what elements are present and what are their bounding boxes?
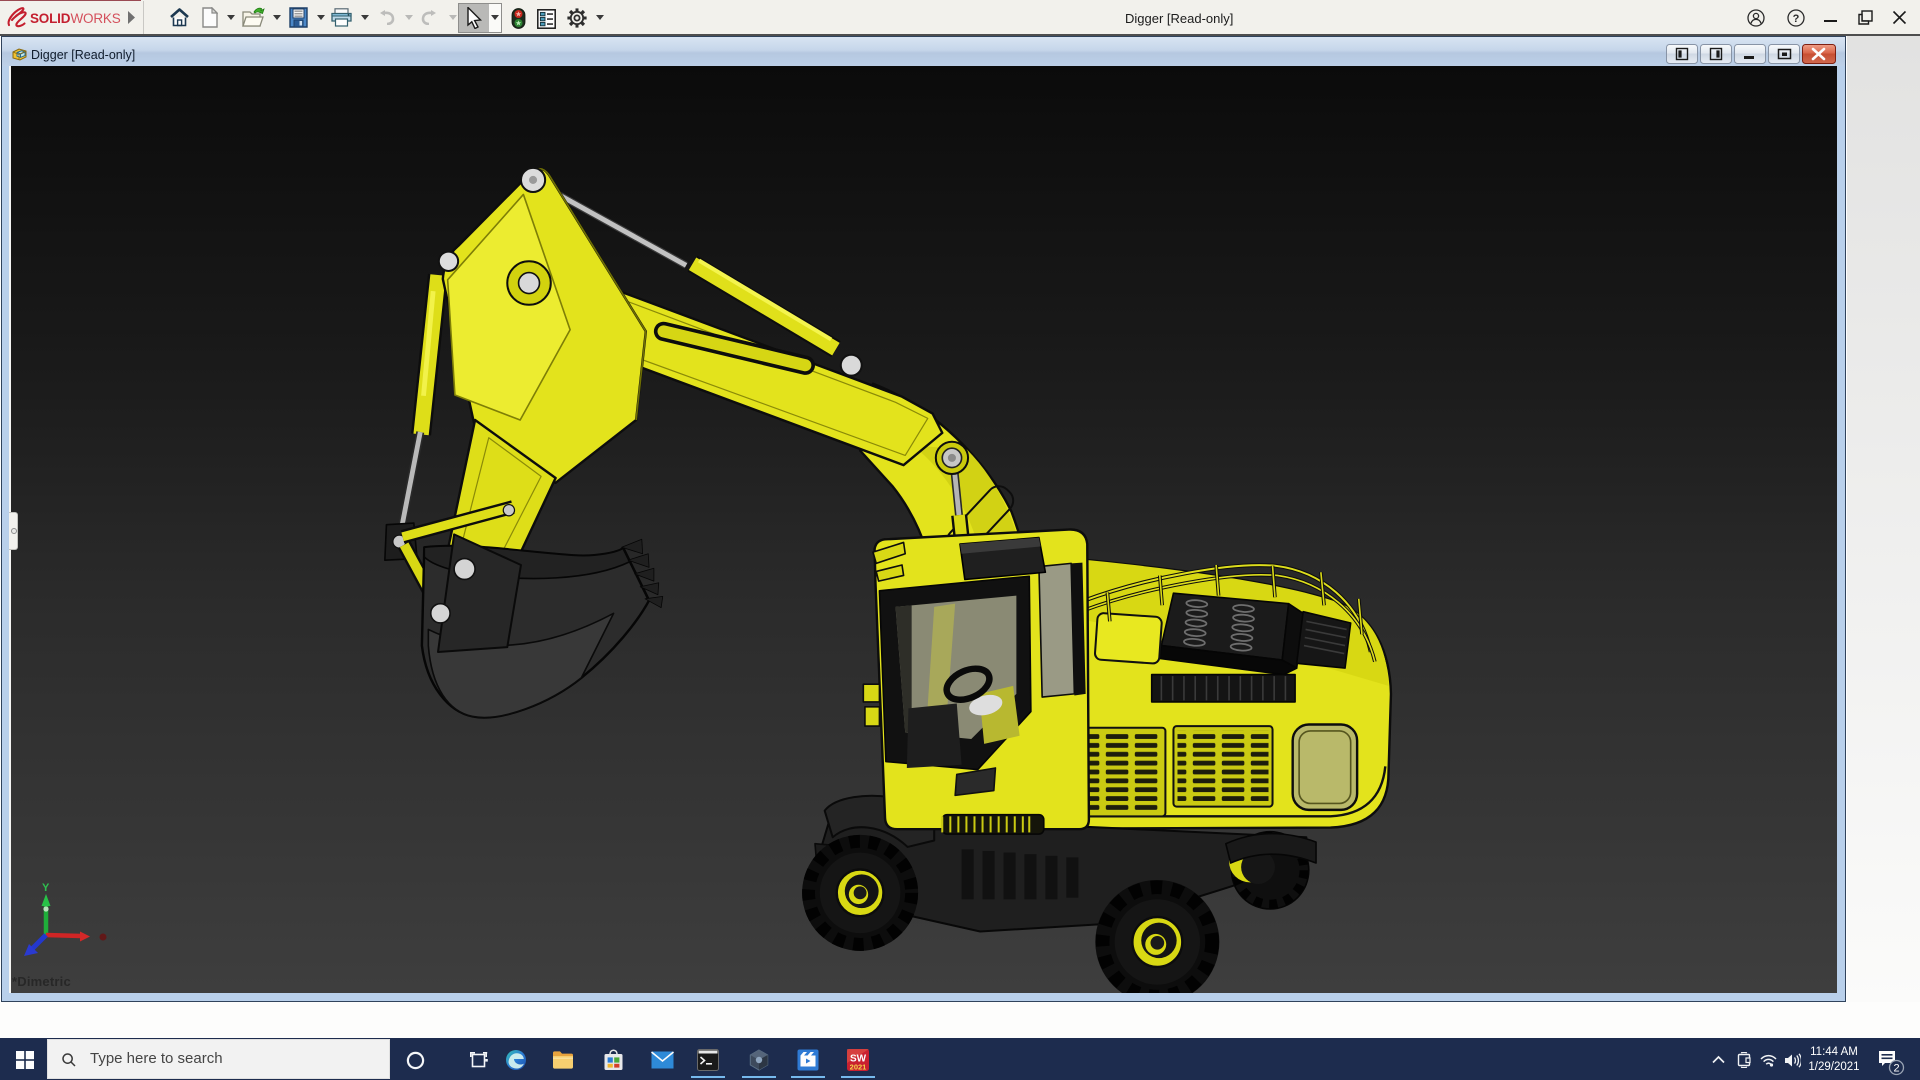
svg-text:2: 2 [1893, 1063, 1899, 1075]
svg-text:Y: Y [42, 882, 50, 894]
svg-text:SOLID: SOLID [30, 11, 71, 26]
svg-text:?: ? [1793, 13, 1800, 25]
svg-text:2021: 2021 [850, 1063, 867, 1072]
svg-text:WORKS: WORKS [71, 11, 121, 26]
